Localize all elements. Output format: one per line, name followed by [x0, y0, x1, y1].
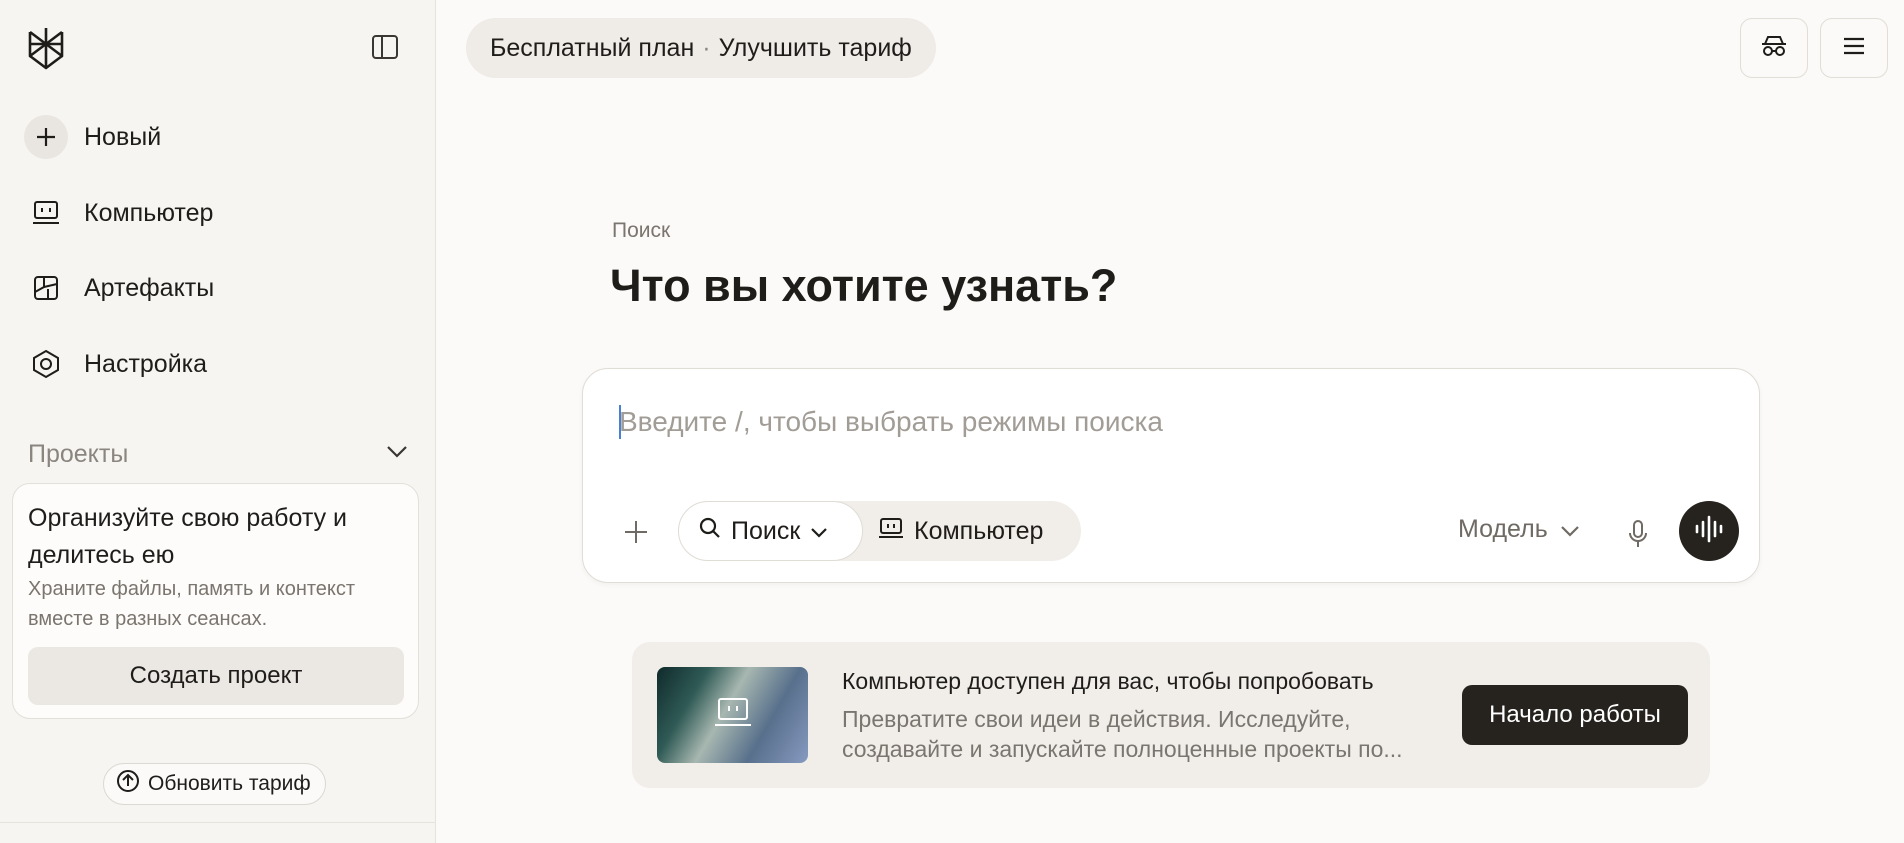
waveform-icon — [1694, 515, 1724, 548]
sidebar-item-new[interactable]: Новый — [24, 113, 161, 161]
sidebar-item-artifacts[interactable]: Артефакты — [24, 264, 214, 312]
microphone-icon[interactable] — [1623, 517, 1653, 551]
plus-icon — [24, 115, 68, 159]
upgrade-tariff-link[interactable]: Улучшить тариф — [719, 34, 912, 63]
perplexity-logo-icon[interactable] — [26, 26, 66, 70]
sidebar: Новый Компьютер Артефакты Настройка Прое… — [0, 0, 436, 843]
menu-icon — [1842, 36, 1866, 61]
promo-description: Превратите свои идеи в действия. Исследу… — [842, 706, 1403, 762]
sidebar-toggle-icon[interactable] — [370, 32, 400, 62]
model-selector[interactable]: Модель — [1458, 515, 1580, 544]
mode-search-label: Поиск — [731, 516, 801, 545]
sidebar-item-label: Компьютер — [84, 198, 214, 227]
sidebar-item-settings[interactable]: Настройка — [24, 340, 207, 388]
search-composer: Поиск Компьютер Модель — [582, 368, 1760, 583]
get-started-button[interactable]: Начало работы — [1462, 685, 1688, 745]
incognito-icon — [1761, 35, 1787, 62]
attach-button[interactable] — [619, 515, 653, 549]
divider — [0, 822, 436, 823]
chevron-down-icon — [810, 517, 828, 546]
projects-card: Организуйте свою работу и делитесь ею Хр… — [12, 483, 419, 719]
upgrade-plan-label: Обновить тариф — [148, 772, 311, 795]
mode-search-button[interactable]: Поиск — [678, 501, 863, 561]
mode-computer-button[interactable]: Компьютер — [878, 501, 1043, 561]
plan-separator: · — [702, 33, 711, 62]
projects-card-description: Храните файлы, память и контекст вместе … — [28, 578, 356, 630]
sidebar-item-label: Артефакты — [84, 273, 215, 302]
hexagon-settings-icon — [24, 342, 68, 386]
projects-section-header[interactable]: Проекты — [28, 436, 408, 472]
section-eyebrow: Поиск — [612, 219, 671, 242]
arrow-up-circle-icon — [116, 769, 140, 799]
page-title: Что вы хотите узнать? — [610, 260, 1118, 311]
incognito-button[interactable] — [1740, 18, 1808, 78]
artifacts-icon — [24, 266, 68, 310]
plan-pill[interactable]: Бесплатный план · Улучшить тариф — [466, 18, 936, 78]
projects-label: Проекты — [28, 439, 129, 468]
upgrade-plan-button[interactable]: Обновить тариф — [103, 763, 326, 805]
computer-promo-banner: Компьютер доступен для вас, чтобы попроб… — [632, 642, 1710, 788]
search-icon — [699, 517, 721, 546]
search-input[interactable] — [619, 403, 1719, 441]
projects-card-title: Организуйте свою работу и делитесь ею — [28, 504, 347, 569]
create-project-button[interactable]: Создать проект — [28, 647, 404, 705]
sidebar-item-label: Настройка — [84, 349, 208, 378]
sidebar-item-label: Новый — [84, 122, 162, 151]
chevron-down-icon[interactable] — [386, 445, 408, 464]
laptop-icon — [715, 698, 751, 726]
promo-thumbnail — [657, 667, 808, 763]
promo-title: Компьютер доступен для вас, чтобы попроб… — [842, 668, 1374, 694]
laptop-icon — [878, 517, 904, 546]
mode-computer-label: Компьютер — [914, 516, 1044, 545]
menu-button[interactable] — [1820, 18, 1888, 78]
voice-mode-button[interactable] — [1679, 501, 1739, 561]
model-label: Модель — [1458, 515, 1548, 543]
laptop-icon — [24, 191, 68, 235]
mode-toggle-group: Поиск Компьютер — [678, 501, 1081, 561]
chevron-down-icon — [1560, 515, 1580, 544]
sidebar-item-computer[interactable]: Компьютер — [24, 189, 213, 237]
plan-label: Бесплатный план — [490, 33, 695, 62]
